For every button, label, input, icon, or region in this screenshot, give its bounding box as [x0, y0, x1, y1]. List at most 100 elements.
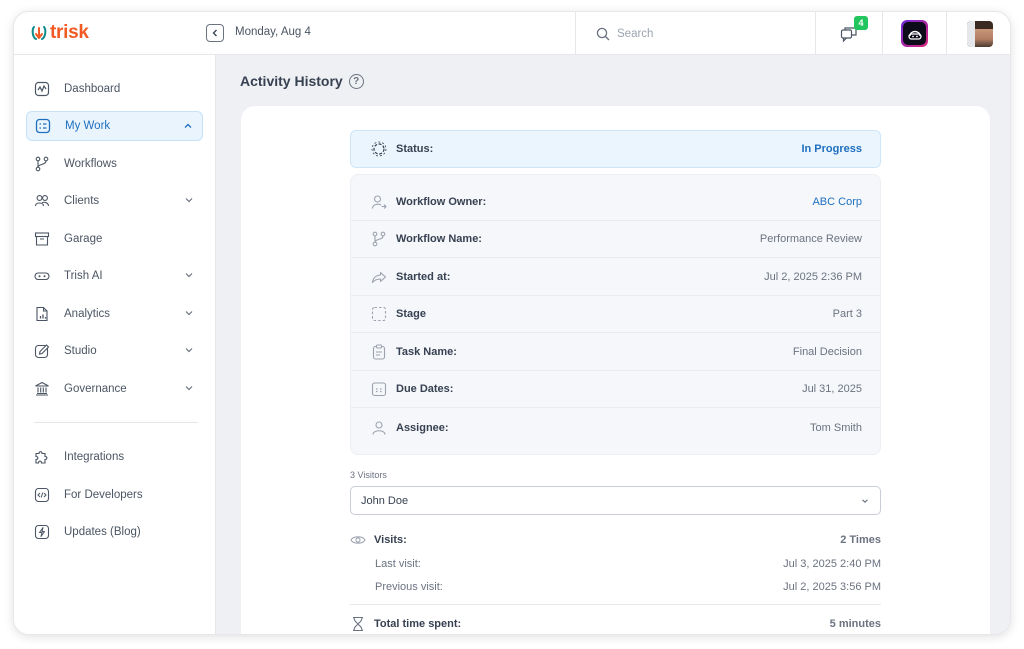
chevron-left-icon [212, 29, 217, 37]
visitor-select[interactable]: John Doe [350, 486, 881, 515]
messages-button[interactable]: 4 [816, 12, 883, 55]
ai-assistant-button[interactable] [883, 12, 947, 55]
ai-app-logo [901, 20, 928, 47]
chevron-up-icon [184, 123, 192, 128]
app-window: trisk Monday, Aug 4 4 [13, 11, 1011, 635]
chevron-down-icon [185, 348, 193, 353]
sidebar-item-trish-ai[interactable]: Trish AI [26, 261, 203, 291]
detail-label: Started at: [396, 271, 451, 283]
detail-label: Assignee: [396, 421, 449, 434]
sidebar-item-label: Clients [64, 195, 100, 207]
previous-visit-row: Previous visit: Jul 2, 2025 3:56 PM [350, 577, 881, 597]
chevron-down-icon [185, 198, 193, 203]
detail-row-workflow-owner: Workflow Owner: ABC Corp [351, 184, 880, 221]
sidebar-item-updates-blog[interactable]: Updates (Blog) [26, 517, 203, 547]
detail-value: Part 3 [832, 308, 862, 320]
chevron-down-icon [185, 273, 193, 278]
trish-ai-icon [34, 268, 50, 284]
sidebar: Dashboard My Work Workflows Clients Gara… [14, 55, 216, 634]
workflow-details: Workflow Owner: ABC Corp Workflow Name: … [350, 174, 881, 455]
dashboard-icon [34, 81, 50, 97]
developers-icon [34, 487, 50, 503]
sidebar-item-label: Updates (Blog) [64, 526, 141, 538]
search-bar[interactable] [575, 12, 816, 55]
total-time-row: Total time spent: 5 minutes [350, 614, 881, 634]
detail-value: Jul 31, 2025 [802, 383, 862, 395]
sidebar-item-integrations[interactable]: Integrations [26, 442, 203, 472]
owner-icon [371, 194, 387, 210]
workflows-icon [34, 156, 50, 172]
collapse-sidebar-button[interactable] [206, 24, 224, 42]
hourglass-icon [350, 616, 366, 632]
visits-label: Visits: [374, 534, 407, 546]
sidebar-item-garage[interactable]: Garage [26, 224, 203, 254]
last-visit-label: Last visit: [375, 558, 421, 570]
governance-icon [34, 381, 50, 397]
status-badge: In Progress [801, 143, 862, 155]
search-input[interactable] [617, 27, 797, 40]
activity-card: Status: In Progress Workflow Owner: ABC … [241, 106, 990, 634]
visitors-count: 3 Visitors [350, 470, 387, 480]
detail-value: Final Decision [792, 346, 862, 358]
detail-row-stage: Stage Part 3 [351, 296, 880, 333]
detail-value: Performance Review [759, 233, 862, 245]
studio-icon [34, 343, 50, 359]
integrations-icon [34, 449, 50, 465]
updates-icon [34, 524, 50, 540]
visitor-select-value: John Doe [361, 494, 409, 507]
page-title-text: Activity History [240, 73, 343, 89]
previous-visit-label: Previous visit: [375, 581, 443, 593]
workflow-owner-link[interactable]: ABC Corp [812, 196, 862, 208]
calendar-icon [371, 381, 387, 397]
sidebar-item-label: Workflows [64, 158, 117, 170]
avatar [966, 20, 993, 47]
detail-row-assignee: Assignee: Tom Smith [351, 409, 880, 446]
previous-visit-value: Jul 2, 2025 3:56 PM [783, 581, 881, 593]
main-content: Activity History ? Status: In Progress W… [216, 55, 1010, 634]
sidebar-item-label: Trish AI [64, 270, 103, 282]
total-time-label: Total time spent: [374, 618, 462, 630]
sidebar-item-for-developers[interactable]: For Developers [26, 480, 203, 510]
sidebar-item-my-work[interactable]: My Work [26, 111, 203, 141]
robot-icon [907, 30, 922, 40]
detail-value: Jul 2, 2025 2:36 PM [764, 271, 862, 283]
sidebar-item-label: Studio [64, 345, 97, 357]
search-icon [596, 27, 610, 40]
status-label: Status: [396, 143, 434, 155]
detail-label: Workflow Owner: [396, 196, 487, 208]
last-visit-value: Jul 3, 2025 2:40 PM [783, 558, 881, 570]
status-progress-icon [371, 141, 387, 157]
detail-row-task-name: Task Name: Final Decision [351, 334, 880, 371]
help-icon[interactable]: ? [348, 73, 364, 89]
detail-row-started-at: Started at: Jul 2, 2025 2:36 PM [351, 259, 880, 296]
sidebar-item-label: For Developers [64, 489, 143, 501]
visits-divider [350, 604, 881, 605]
chevron-down-icon [185, 311, 193, 316]
user-profile-button[interactable] [947, 12, 1010, 55]
page-title: Activity History ? [240, 73, 364, 89]
my-work-icon [35, 118, 51, 134]
sidebar-item-analytics[interactable]: Analytics [26, 299, 203, 329]
sidebar-item-governance[interactable]: Governance [26, 374, 203, 404]
sidebar-item-dashboard[interactable]: Dashboard [26, 74, 203, 104]
chevron-down-icon [862, 498, 868, 503]
detail-label: Task Name: [396, 346, 457, 358]
detail-row-workflow-name: Workflow Name: Performance Review [351, 221, 880, 258]
last-visit-row: Last visit: Jul 3, 2025 2:40 PM [350, 554, 881, 574]
chevron-down-icon [185, 386, 193, 391]
sidebar-item-label: Governance [64, 383, 127, 395]
logo-mark-icon [31, 26, 47, 40]
user-icon [371, 420, 387, 436]
sidebar-divider [34, 422, 198, 423]
analytics-icon [34, 306, 50, 322]
notification-badge: 4 [854, 16, 868, 30]
detail-label: Due Dates: [396, 383, 454, 395]
sidebar-item-workflows[interactable]: Workflows [26, 149, 203, 179]
clients-icon [34, 193, 50, 209]
sidebar-item-label: Analytics [64, 308, 111, 320]
clipboard-icon [371, 344, 387, 360]
trisk-logo[interactable]: trisk [31, 22, 89, 44]
sidebar-item-label: Garage [64, 233, 103, 245]
sidebar-item-studio[interactable]: Studio [26, 336, 203, 366]
sidebar-item-clients[interactable]: Clients [26, 186, 203, 216]
